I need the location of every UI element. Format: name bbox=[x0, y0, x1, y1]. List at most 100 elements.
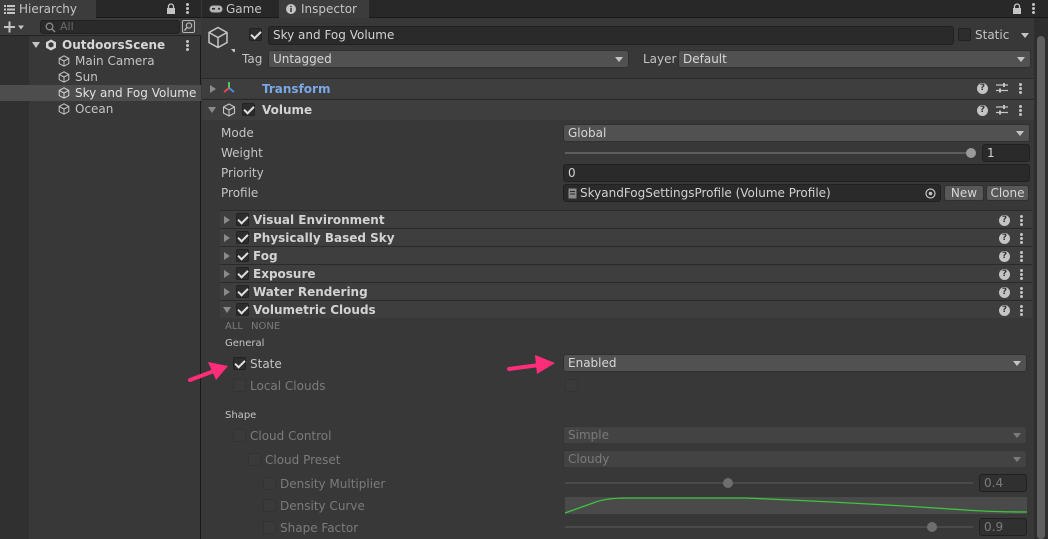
volume-enabled-checkbox[interactable] bbox=[242, 103, 255, 116]
object-picker-icon[interactable] bbox=[925, 188, 936, 199]
density-multiplier-slider-handle[interactable] bbox=[723, 478, 734, 488]
inspector-scrollbar-thumb[interactable] bbox=[1037, 36, 1045, 539]
gameobject-icon bbox=[58, 71, 70, 83]
local-clouds-checkbox[interactable] bbox=[565, 379, 578, 392]
override-menu-icon[interactable] bbox=[1020, 305, 1023, 316]
override-enabled-checkbox[interactable] bbox=[236, 249, 249, 262]
override-enabled-checkbox[interactable] bbox=[236, 285, 249, 298]
new-profile-button[interactable]: New bbox=[944, 185, 984, 201]
hierarchy-item-main-camera[interactable]: Main Camera bbox=[0, 53, 201, 69]
cloud-preset-override-checkbox[interactable] bbox=[248, 453, 261, 466]
override-label: Physically Based Sky bbox=[253, 231, 395, 245]
shape-factor-input[interactable]: 0.9 bbox=[979, 518, 1027, 536]
override-menu-icon[interactable] bbox=[1020, 233, 1023, 244]
cloud-control-override-checkbox[interactable] bbox=[233, 429, 246, 442]
weight-label: Weight bbox=[221, 146, 263, 160]
override-visual-environment[interactable]: Visual Environment ? bbox=[220, 210, 1032, 228]
weight-slider-handle[interactable] bbox=[965, 148, 976, 158]
search-icon bbox=[45, 22, 56, 33]
transform-component-header[interactable]: Transform ? bbox=[202, 78, 1034, 98]
state-dropdown[interactable]: Enabled bbox=[563, 354, 1027, 372]
override-enabled-checkbox[interactable] bbox=[236, 213, 249, 226]
override-menu-icon[interactable] bbox=[1020, 269, 1023, 280]
lock-icon[interactable] bbox=[1012, 3, 1022, 15]
help-icon[interactable]: ? bbox=[999, 305, 1010, 316]
static-dropdown-icon[interactable] bbox=[1021, 33, 1029, 38]
hierarchy-item-ocean[interactable]: Ocean bbox=[0, 101, 201, 117]
gameobject-icon bbox=[58, 87, 70, 99]
select-all-link[interactable]: ALL bbox=[225, 319, 243, 335]
hierarchy-tabbar: Hierarchy bbox=[0, 0, 201, 18]
override-enabled-checkbox[interactable] bbox=[236, 303, 249, 316]
scene-menu-icon[interactable] bbox=[186, 40, 189, 51]
layer-dropdown[interactable]: Default bbox=[678, 50, 1031, 68]
component-menu-icon[interactable] bbox=[1019, 83, 1022, 94]
profile-object-field[interactable]: SkyandFogSettingsProfile (Volume Profile… bbox=[563, 184, 941, 202]
density-curve-field[interactable] bbox=[565, 497, 1027, 514]
help-icon[interactable]: ? bbox=[977, 83, 988, 94]
override-physically-based-sky[interactable]: Physically Based Sky ? bbox=[220, 228, 1032, 246]
help-icon[interactable]: ? bbox=[999, 233, 1010, 244]
presets-icon[interactable] bbox=[996, 104, 1008, 116]
shape-factor-slider-track[interactable] bbox=[565, 526, 973, 528]
object-name-input[interactable]: Sky and Fog Volume bbox=[268, 26, 954, 45]
chevron-down-icon bbox=[1017, 57, 1025, 62]
scene-row[interactable]: OutdoorsScene bbox=[0, 37, 201, 53]
lock-icon[interactable] bbox=[166, 3, 176, 15]
weight-input[interactable]: 1 bbox=[982, 144, 1030, 162]
hierarchy-search-input[interactable]: All bbox=[40, 20, 180, 34]
hierarchy-menu-icon[interactable] bbox=[186, 3, 189, 14]
active-checkbox[interactable] bbox=[249, 28, 262, 41]
override-exposure[interactable]: Exposure ? bbox=[220, 264, 1032, 282]
local-clouds-label: Local Clouds bbox=[250, 379, 326, 393]
priority-input[interactable]: 0 bbox=[563, 164, 1030, 182]
override-volumetric-clouds[interactable]: Volumetric Clouds ? bbox=[220, 300, 1032, 318]
help-icon[interactable]: ? bbox=[977, 105, 988, 116]
override-water-rendering[interactable]: Water Rendering ? bbox=[220, 282, 1032, 300]
tab-hierarchy[interactable]: Hierarchy bbox=[0, 0, 96, 18]
help-icon[interactable]: ? bbox=[999, 269, 1010, 280]
select-none-link[interactable]: NONE bbox=[251, 319, 280, 335]
hierarchy-item-label: Sun bbox=[75, 70, 98, 84]
override-menu-icon[interactable] bbox=[1020, 287, 1023, 298]
tag-dropdown[interactable]: Untagged bbox=[268, 50, 629, 68]
mode-dropdown[interactable]: Global bbox=[563, 124, 1030, 142]
cloud-preset-dropdown[interactable]: Cloudy bbox=[563, 450, 1027, 468]
state-override-checkbox[interactable] bbox=[233, 357, 246, 370]
override-menu-icon[interactable] bbox=[1020, 251, 1023, 262]
help-icon[interactable]: ? bbox=[999, 251, 1010, 262]
hierarchy-item-sky-and-fog-volume[interactable]: Sky and Fog Volume bbox=[0, 85, 201, 101]
inspector-menu-icon[interactable] bbox=[1032, 3, 1035, 14]
weight-slider-track[interactable] bbox=[565, 152, 975, 154]
tab-inspector[interactable]: Inspector bbox=[279, 0, 369, 18]
override-enabled-checkbox[interactable] bbox=[236, 267, 249, 280]
clone-profile-button[interactable]: Clone bbox=[986, 185, 1029, 201]
scene-expand-icon[interactable] bbox=[32, 42, 40, 48]
hierarchy-item-sun[interactable]: Sun bbox=[0, 69, 201, 85]
override-menu-icon[interactable] bbox=[1020, 215, 1023, 226]
override-fog[interactable]: Fog ? bbox=[220, 246, 1032, 264]
static-checkbox[interactable] bbox=[958, 28, 971, 41]
density-curve-override-checkbox[interactable] bbox=[263, 499, 276, 512]
help-icon[interactable]: ? bbox=[999, 287, 1010, 298]
presets-icon[interactable] bbox=[996, 82, 1008, 94]
create-button[interactable] bbox=[4, 21, 24, 33]
local-clouds-override-checkbox[interactable] bbox=[233, 379, 246, 392]
mode-value: Global bbox=[568, 126, 607, 140]
density-multiplier-input[interactable]: 0.4 bbox=[979, 474, 1027, 492]
help-icon[interactable]: ? bbox=[999, 215, 1010, 226]
shape-factor-override-checkbox[interactable] bbox=[263, 521, 276, 534]
cloud-control-dropdown[interactable]: Simple bbox=[563, 426, 1027, 444]
volume-component-header[interactable]: Volume ? bbox=[202, 99, 1034, 120]
shape-factor-slider-handle[interactable] bbox=[927, 522, 938, 532]
cloud-control-value: Simple bbox=[568, 428, 609, 442]
scene-search-icon[interactable] bbox=[182, 20, 195, 33]
component-menu-icon[interactable] bbox=[1019, 105, 1022, 116]
gameobject-icon bbox=[58, 103, 70, 115]
cloud-control-label: Cloud Control bbox=[250, 429, 332, 443]
override-enabled-checkbox[interactable] bbox=[236, 231, 249, 244]
tab-game[interactable]: Game bbox=[202, 0, 274, 18]
chevron-down-icon bbox=[1013, 361, 1021, 366]
density-multiplier-override-checkbox[interactable] bbox=[263, 477, 276, 490]
density-multiplier-slider-track[interactable] bbox=[565, 482, 973, 484]
